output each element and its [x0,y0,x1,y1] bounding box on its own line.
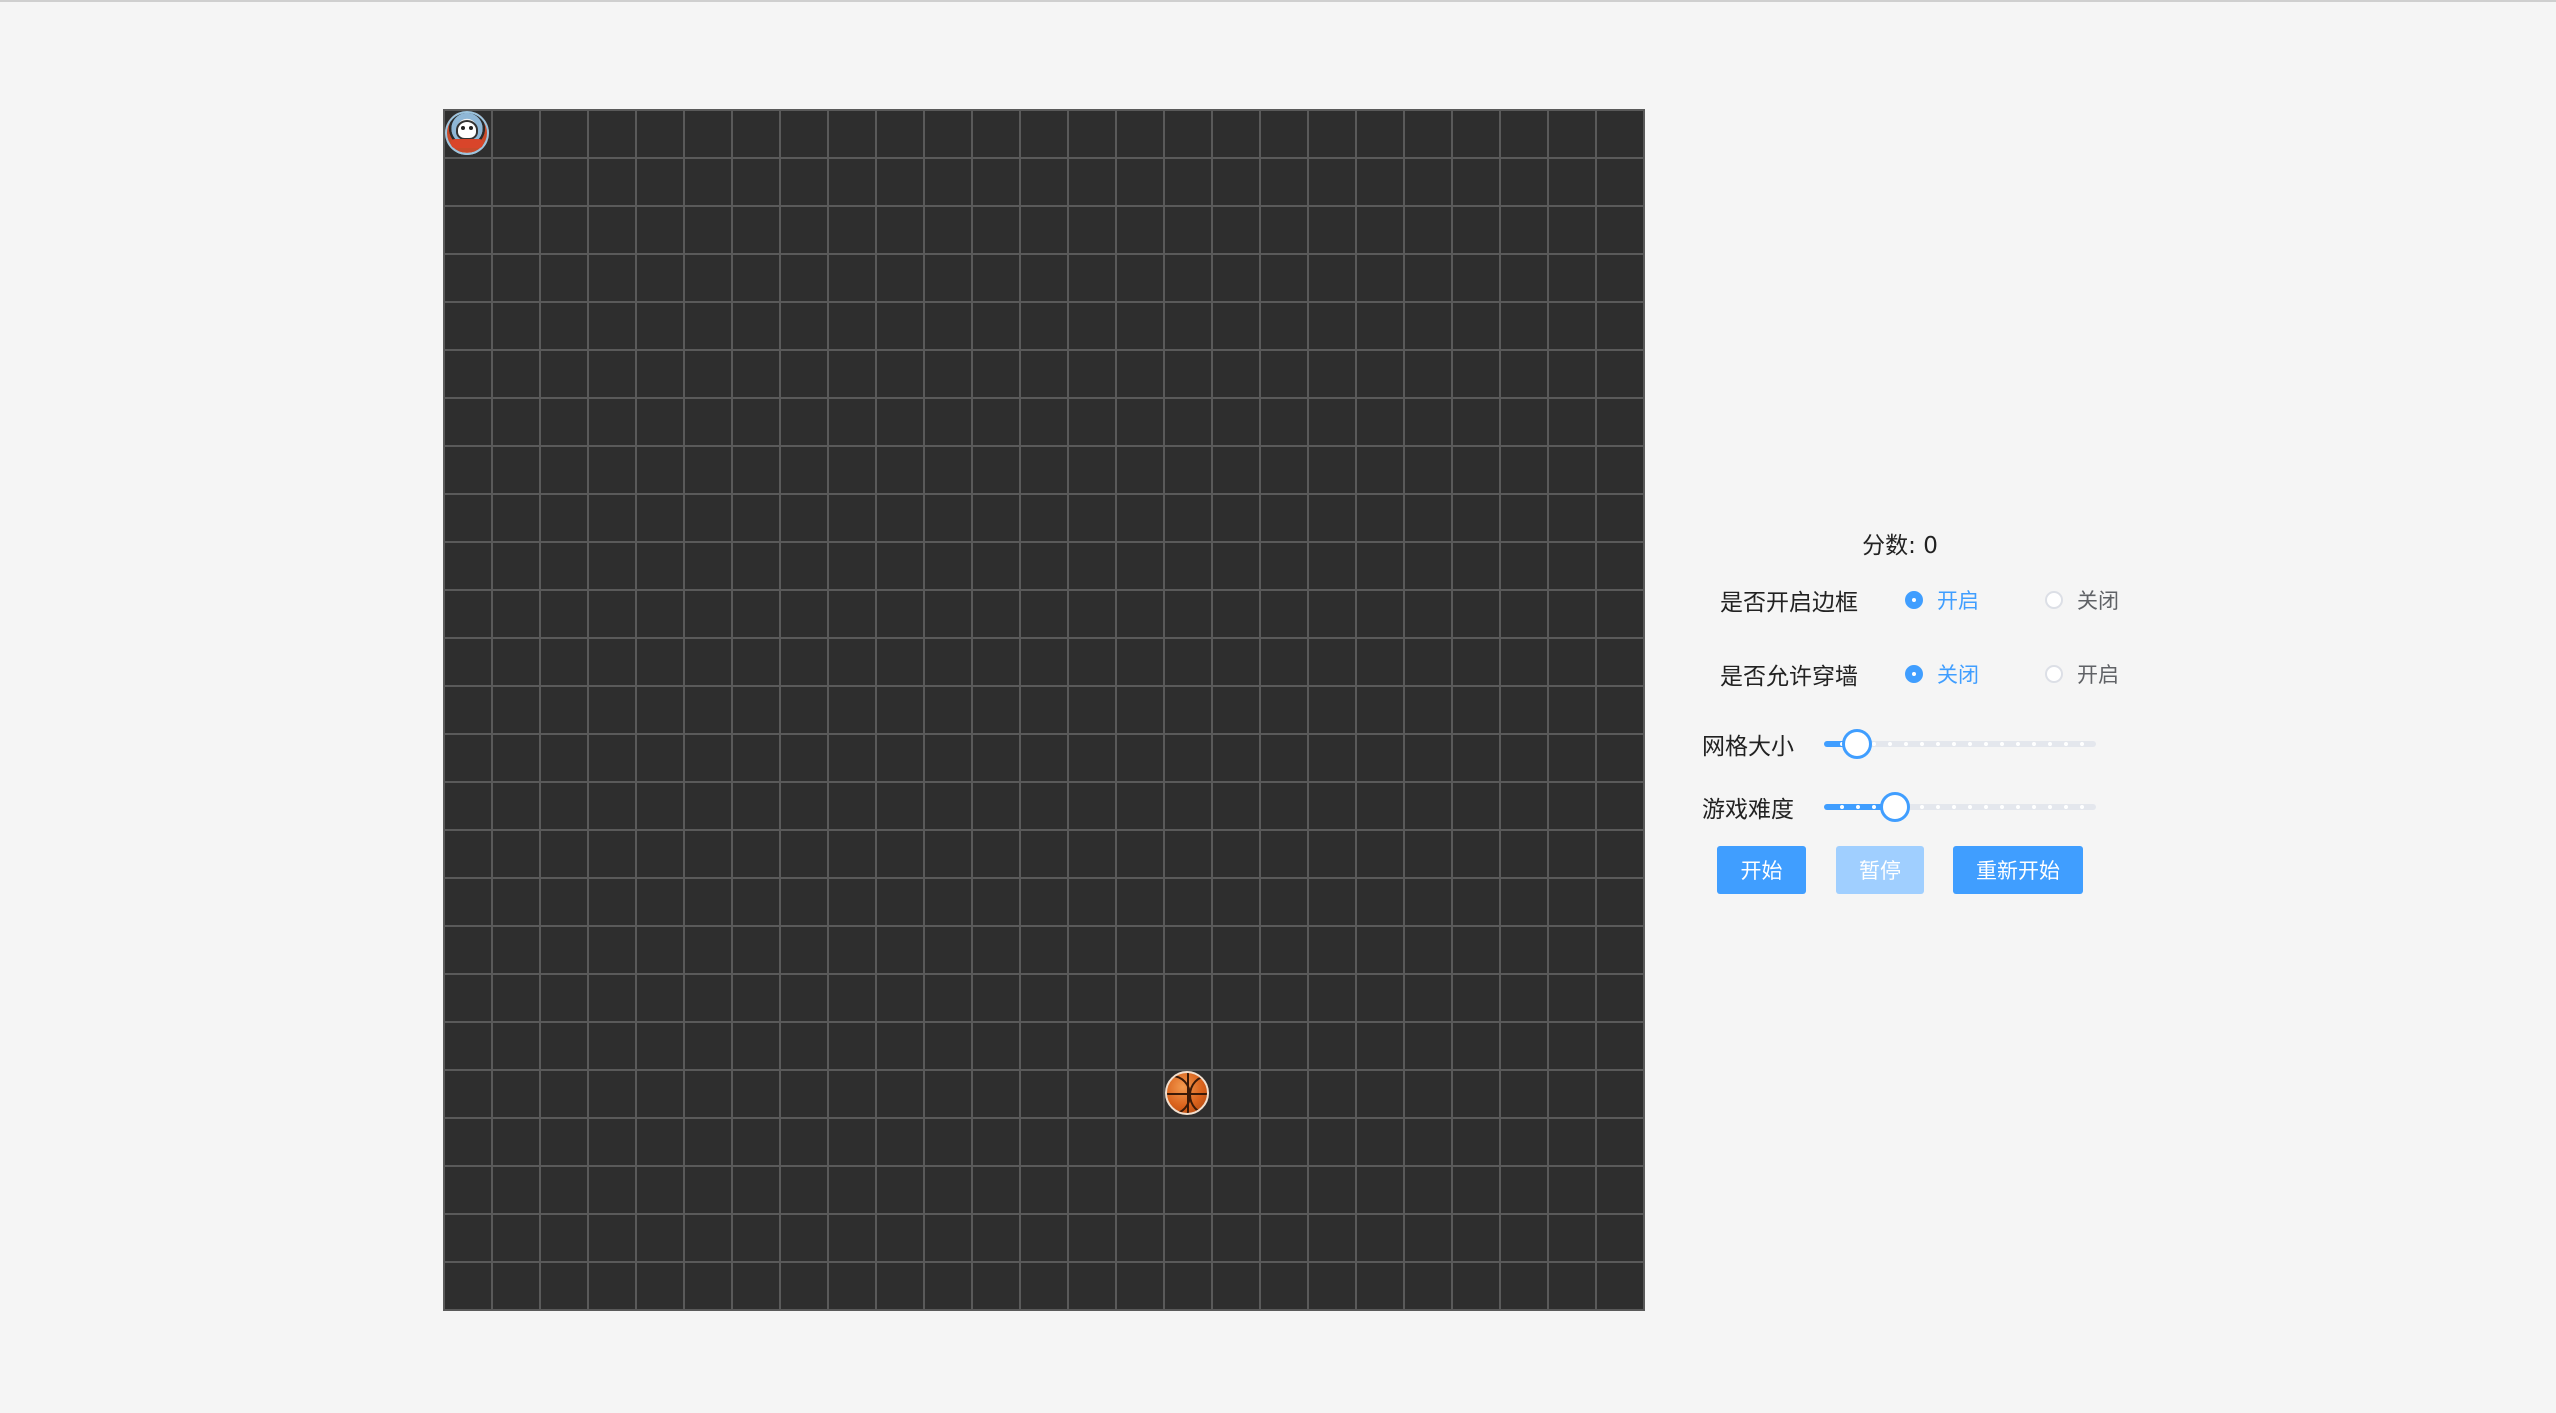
radio-unchecked-icon [2045,591,2063,609]
game-board [443,109,1645,1311]
grid-size-row: 网格大小 [1702,724,2096,764]
start-button[interactable]: 开始 [1717,846,1806,894]
slider-step-dot [2032,742,2036,746]
difficulty-slider-handle[interactable] [1879,792,1910,822]
border-option-row: 是否开启边框 开启 关闭 [1720,580,2165,620]
slider-step-dot [1856,805,1860,809]
slider-step-dot [1936,805,1940,809]
slider-step-dot [2000,742,2004,746]
slider-step-dot [1968,805,1972,809]
window-top-border [0,0,2556,2]
radio-checked-icon [1905,591,1923,609]
restart-button[interactable]: 重新开始 [1953,846,2083,894]
slider-step-dot [2000,805,2004,809]
slider-step-dot [1840,805,1844,809]
radio-unchecked-icon [2045,665,2063,683]
slider-step-dot [2064,742,2068,746]
score-display: 分数: 0 [1700,526,2100,560]
score-label: 分数: [1862,533,1916,559]
difficulty-label: 游戏难度 [1702,797,1794,823]
snake-head-avatar-icon [445,111,489,155]
slider-step-dot [1952,805,1956,809]
slider-step-dot [2016,805,2020,809]
wall-pass-off-radio[interactable]: 关闭 [1905,659,2025,689]
slider-step-dot [1936,742,1940,746]
grid-size-slider-handle[interactable] [1841,729,1872,759]
slider-step-dot [1872,742,1876,746]
border-off-radio[interactable]: 关闭 [2045,585,2165,615]
grid-size-slider[interactable] [1824,729,2096,759]
slider-step-dot [1904,742,1908,746]
border-on-radio[interactable]: 开启 [1905,585,2025,615]
border-option-label: 是否开启边框 [1720,590,1858,616]
slider-step-dot [2048,742,2052,746]
slider-step-dot [2064,805,2068,809]
difficulty-slider[interactable] [1824,792,2096,822]
slider-step-dot [1920,742,1924,746]
slider-step-dot [1920,805,1924,809]
slider-step-dot [1872,805,1876,809]
food-basketball-icon [1165,1071,1209,1115]
score-value: 0 [1923,533,1938,559]
slider-step-dot [2048,805,2052,809]
wall-pass-on-radio[interactable]: 开启 [2045,659,2165,689]
difficulty-row: 游戏难度 [1702,787,2096,827]
pause-button[interactable]: 暂停 [1836,846,1924,894]
radio-checked-icon [1905,665,1923,683]
slider-step-dot [1984,742,1988,746]
slider-step-dot [1888,742,1892,746]
wall-pass-option-label: 是否允许穿墙 [1720,664,1858,690]
slider-step-dot [2080,805,2084,809]
wall-pass-option-row: 是否允许穿墙 关闭 开启 [1720,654,2165,694]
grid-size-label: 网格大小 [1702,734,1794,760]
slider-step-dot [2080,742,2084,746]
slider-step-dot [1984,805,1988,809]
slider-step-dot [1952,742,1956,746]
slider-step-dot [1968,742,1972,746]
slider-step-dot [2032,805,2036,809]
slider-step-dot [2016,742,2020,746]
